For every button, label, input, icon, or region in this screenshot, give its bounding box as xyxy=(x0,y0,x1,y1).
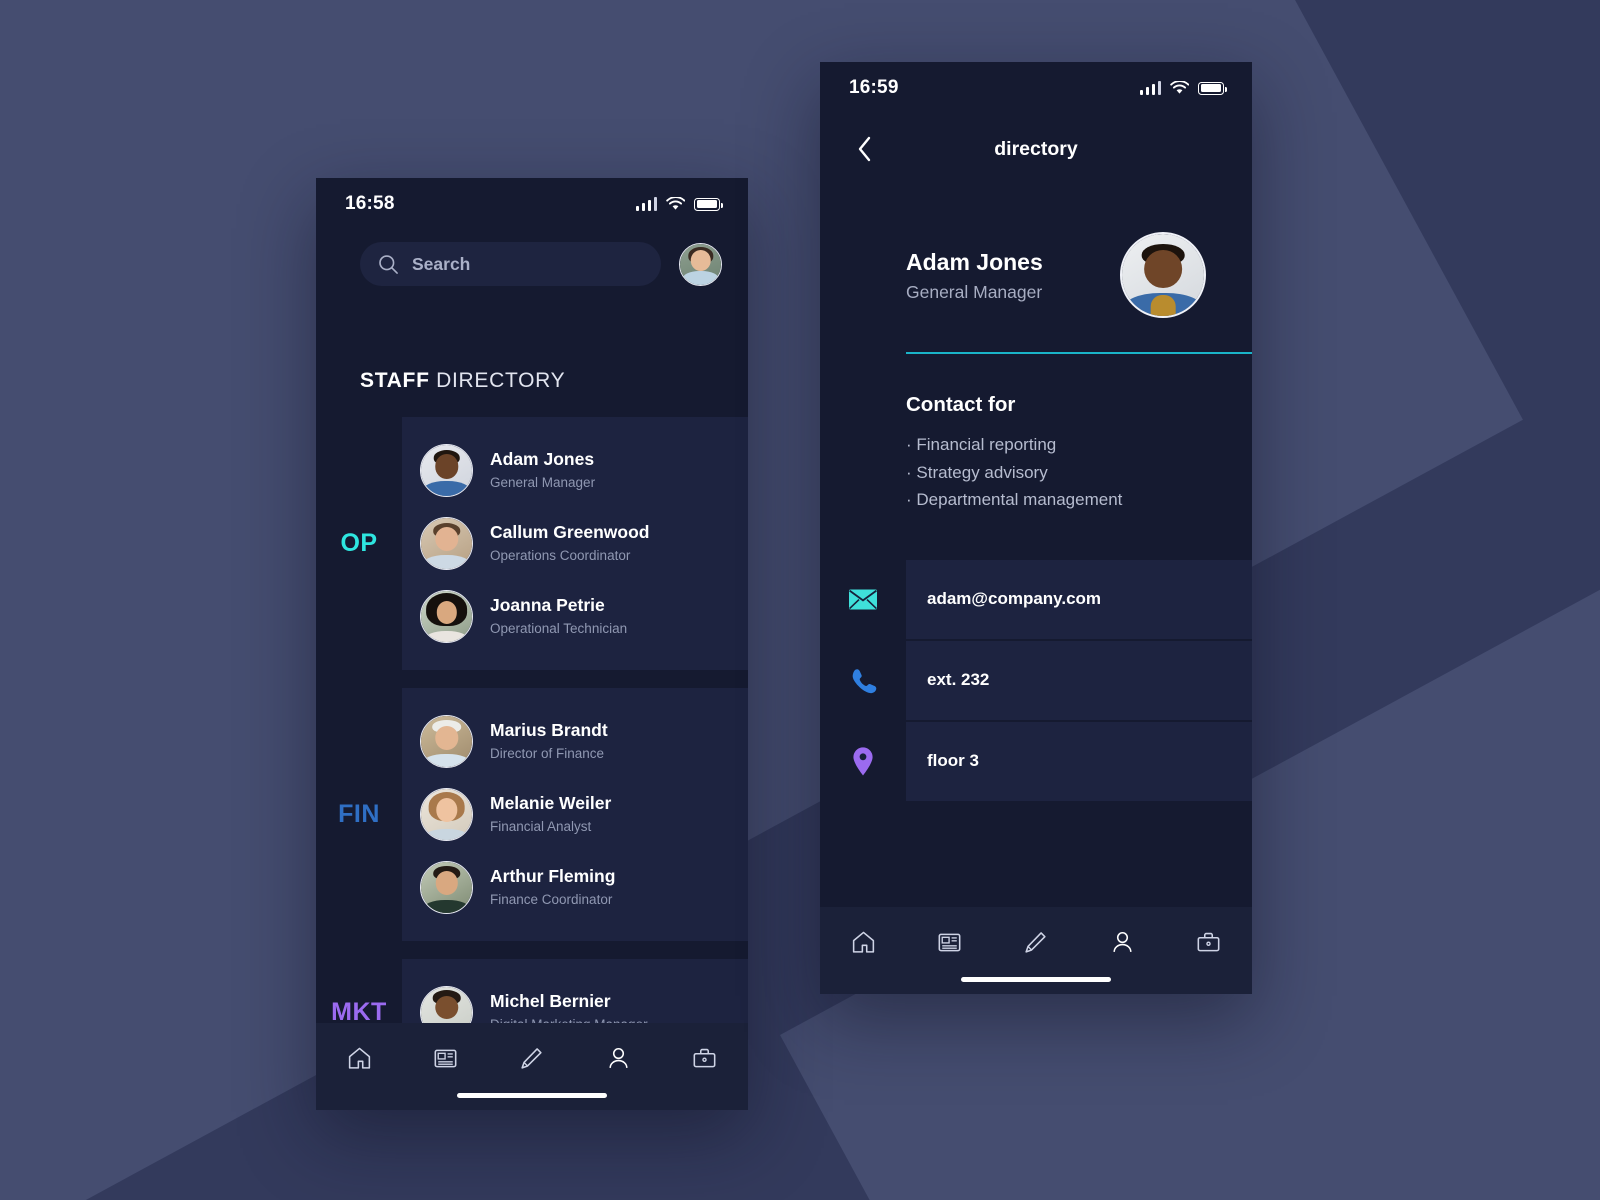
status-clock: 16:58 xyxy=(345,193,395,214)
pencil-icon[interactable] xyxy=(1022,929,1049,956)
home-icon[interactable] xyxy=(850,929,877,956)
email-value: adam@company.com xyxy=(927,589,1102,609)
group-card-fin: Marius Brandt Director of Finance Melani… xyxy=(402,688,748,941)
home-indicator xyxy=(457,1093,607,1098)
wifi-icon xyxy=(1170,81,1189,94)
person-name: Michel Bernier xyxy=(490,990,611,1011)
phone-list-screen: 16:58 Search STAFF DIRECTORY OP Adam Jon… xyxy=(316,178,748,1110)
page-title-light: DIRECTORY xyxy=(436,369,566,392)
avatar xyxy=(420,590,473,643)
search-icon xyxy=(379,254,398,274)
contact-row-location[interactable]: floor 3 xyxy=(820,721,1252,801)
contact-for-heading: Contact for xyxy=(906,393,1016,416)
person-role: Operations Coordinator xyxy=(490,547,631,563)
group-card-op: Adam Jones General Manager Callum Greenw… xyxy=(402,417,748,670)
page-title-bold: STAFF xyxy=(360,369,430,392)
news-icon[interactable] xyxy=(432,1045,459,1072)
status-bar: 16:58 xyxy=(316,178,748,230)
battery-icon xyxy=(1198,81,1227,95)
location-pin-icon xyxy=(853,746,873,775)
person-name: Adam Jones xyxy=(490,448,595,469)
person-name: Melanie Weiler xyxy=(490,792,612,813)
avatar xyxy=(420,444,473,497)
search-placeholder: Search xyxy=(412,253,471,274)
avatar xyxy=(420,517,473,570)
group-tag-op: OP xyxy=(340,529,378,557)
contact-row-email[interactable]: adam@company.com xyxy=(820,559,1252,639)
person-icon[interactable] xyxy=(1109,929,1136,956)
briefcase-icon[interactable] xyxy=(1195,929,1222,956)
staff-groups: OP Adam Jones General Manager Callum Gre… xyxy=(316,417,748,1066)
status-clock: 16:59 xyxy=(849,77,899,98)
phone-value: ext. 232 xyxy=(927,670,990,690)
person-name: Joanna Petrie xyxy=(490,594,605,615)
search-row: Search xyxy=(316,230,748,286)
list-item[interactable]: Callum Greenwood Operations Coordinator xyxy=(402,507,748,580)
envelope-icon xyxy=(849,589,877,610)
avatar xyxy=(420,715,473,768)
page-title: directory xyxy=(994,137,1078,160)
avatar-image xyxy=(680,243,721,285)
person-role: General Manager xyxy=(906,282,1043,303)
briefcase-icon[interactable] xyxy=(691,1045,718,1072)
profile-header: Adam Jones General Manager xyxy=(820,170,1252,318)
list-item[interactable]: Arthur Fleming Finance Coordinator xyxy=(402,851,748,924)
phone-detail-screen: 16:59 directory Adam Jones General Manag… xyxy=(820,62,1252,994)
location-value-field: floor 3 xyxy=(906,721,1252,801)
signal-bars-icon xyxy=(1139,81,1161,95)
person-name: Marius Brandt xyxy=(490,719,608,740)
list-item[interactable]: Marius Brandt Director of Finance xyxy=(402,705,748,778)
pencil-icon[interactable] xyxy=(518,1045,545,1072)
nav-bar: directory xyxy=(820,114,1252,170)
person-role: General Manager xyxy=(490,474,596,490)
avatar xyxy=(420,788,473,841)
list-item: · Departmental management xyxy=(906,490,1123,510)
signal-bars-icon xyxy=(635,197,657,211)
group-tag-fin: FIN xyxy=(338,800,380,828)
person-role: Financial Analyst xyxy=(490,818,592,834)
news-icon[interactable] xyxy=(936,929,963,956)
contact-for-list: · Financial reporting · Strategy advisor… xyxy=(820,417,1252,514)
home-icon[interactable] xyxy=(346,1045,373,1072)
list-item: · Strategy advisory xyxy=(906,462,1048,482)
user-avatar[interactable] xyxy=(679,242,722,286)
avatar xyxy=(420,861,473,914)
person-name: Callum Greenwood xyxy=(490,521,650,542)
group-op: OP Adam Jones General Manager Callum Gre… xyxy=(316,417,748,670)
person-role: Operational Technician xyxy=(490,620,628,636)
list-item: · Financial reporting xyxy=(906,435,1057,454)
person-icon[interactable] xyxy=(605,1045,632,1072)
list-item[interactable]: Adam Jones General Manager xyxy=(402,434,748,507)
group-fin: FIN Marius Brandt Director of Finance Me… xyxy=(316,688,748,941)
status-bar: 16:59 xyxy=(820,62,1252,114)
wifi-icon xyxy=(666,197,685,210)
phone-icon xyxy=(852,668,876,693)
background xyxy=(0,0,1600,1200)
list-item[interactable]: Melanie Weiler Financial Analyst xyxy=(402,778,748,851)
person-role: Finance Coordinator xyxy=(490,891,613,907)
person-name: Adam Jones xyxy=(906,248,1043,275)
contact-row-phone[interactable]: ext. 232 xyxy=(820,640,1252,720)
contact-rows: adam@company.com ext. 232 floor 3 xyxy=(820,559,1252,801)
search-input[interactable]: Search xyxy=(360,242,661,286)
email-value-field: adam@company.com xyxy=(906,559,1252,639)
avatar xyxy=(1120,232,1206,318)
battery-icon xyxy=(694,197,723,211)
phone-value-field: ext. 232 xyxy=(906,640,1252,720)
person-role: Director of Finance xyxy=(490,745,605,761)
page-title: STAFF DIRECTORY xyxy=(316,286,748,393)
list-item[interactable]: Joanna Petrie Operational Technician xyxy=(402,580,748,653)
home-indicator xyxy=(961,977,1111,982)
location-value: floor 3 xyxy=(927,751,979,771)
person-name: Arthur Fleming xyxy=(490,865,616,886)
